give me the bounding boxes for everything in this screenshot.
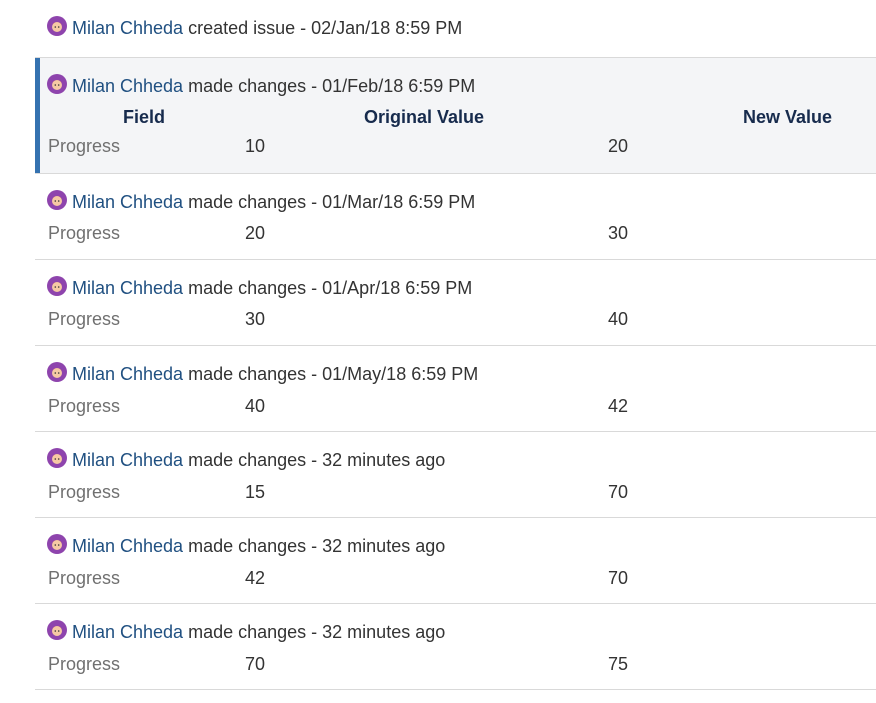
user-link[interactable]: Milan Chheda (72, 536, 183, 557)
change-original-value: 40 (245, 396, 266, 416)
entry-header: Milan Chheda made changes - 32 minutes a… (47, 619, 446, 643)
user-link[interactable]: Milan Chheda (72, 450, 183, 471)
user-link[interactable]: Milan Chheda (72, 278, 183, 299)
entry-action-text: made changes - 32 minutes ago (188, 622, 446, 642)
entry-header: Milan Chheda made changes - 01/Mar/18 6:… (47, 189, 476, 213)
entry-header: Milan Chheda made changes - 32 minutes a… (47, 447, 446, 471)
user-avatar-icon[interactable] (47, 275, 67, 296)
column-header-original-value: Original Value (364, 107, 485, 127)
issue-history-list: Milan Chheda created issue - 02/Jan/18 8… (35, 0, 876, 690)
column-header-field: Field (123, 107, 166, 127)
entry-header: Milan Chheda made changes - 01/May/18 6:… (47, 361, 479, 385)
history-entry: Milan Chheda made changes - 01/Apr/18 6:… (35, 260, 876, 346)
change-new-value: 40 (608, 309, 629, 329)
history-entry: Milan Chheda made changes - 32 minutes a… (35, 518, 876, 604)
entry-action-text: created issue - 02/Jan/18 8:59 PM (188, 18, 463, 38)
entry-header: Milan Chheda made changes - 01/Apr/18 6:… (47, 275, 473, 299)
change-new-value: 75 (608, 654, 629, 674)
selected-indicator (35, 58, 40, 173)
user-avatar-icon[interactable] (47, 15, 67, 36)
entry-action-text: made changes - 01/Mar/18 6:59 PM (188, 192, 476, 212)
user-avatar-icon[interactable] (47, 619, 67, 640)
change-new-value: 70 (608, 482, 629, 502)
entry-action-text: made changes - 01/May/18 6:59 PM (188, 364, 479, 384)
history-entry-selected[interactable]: Milan Chheda made changes - 01/Feb/18 6:… (35, 58, 876, 174)
history-entry: Milan Chheda made changes - 01/Mar/18 6:… (35, 174, 876, 260)
change-original-value: 10 (245, 136, 266, 156)
user-avatar-icon[interactable] (47, 189, 67, 210)
change-field: Progress (48, 136, 121, 156)
history-entry: Milan Chheda made changes - 01/May/18 6:… (35, 346, 876, 432)
user-link[interactable]: Milan Chheda (72, 76, 183, 97)
user-avatar-icon[interactable] (47, 73, 67, 94)
entry-header: Milan Chheda created issue - 02/Jan/18 8… (47, 15, 463, 39)
change-original-value: 15 (245, 482, 266, 502)
user-link[interactable]: Milan Chheda (72, 364, 183, 385)
change-original-value: 70 (245, 654, 266, 674)
history-entry-created: Milan Chheda created issue - 02/Jan/18 8… (35, 0, 876, 58)
change-original-value: 30 (245, 309, 266, 329)
history-entry: Milan Chheda made changes - 32 minutes a… (35, 432, 876, 518)
entry-header: Milan Chheda made changes - 32 minutes a… (47, 533, 446, 557)
entry-action-text: made changes - 01/Apr/18 6:59 PM (188, 278, 473, 298)
column-header-new-value: New Value (743, 107, 833, 127)
user-link[interactable]: Milan Chheda (72, 192, 183, 213)
user-avatar-icon[interactable] (47, 447, 67, 468)
change-original-value: 42 (245, 568, 266, 588)
user-link[interactable]: Milan Chheda (72, 622, 183, 643)
change-new-value: 20 (608, 136, 629, 156)
change-field: Progress (48, 223, 121, 243)
change-field: Progress (48, 568, 121, 588)
user-avatar-icon[interactable] (47, 361, 67, 382)
user-avatar-icon[interactable] (47, 533, 67, 554)
change-field: Progress (48, 309, 121, 329)
entry-header: Milan Chheda made changes - 01/Feb/18 6:… (47, 73, 476, 97)
change-original-value: 20 (245, 223, 266, 243)
change-field: Progress (48, 396, 121, 416)
entry-action-text: made changes - 32 minutes ago (188, 536, 446, 556)
change-field: Progress (48, 482, 121, 502)
user-link[interactable]: Milan Chheda (72, 18, 183, 39)
change-new-value: 70 (608, 568, 629, 588)
change-field: Progress (48, 654, 121, 674)
history-entry: Milan Chheda made changes - 32 minutes a… (35, 604, 876, 690)
entry-action-text: made changes - 01/Feb/18 6:59 PM (188, 76, 476, 96)
change-new-value: 30 (608, 223, 629, 243)
change-new-value: 42 (608, 396, 629, 416)
entry-action-text: made changes - 32 minutes ago (188, 450, 446, 470)
